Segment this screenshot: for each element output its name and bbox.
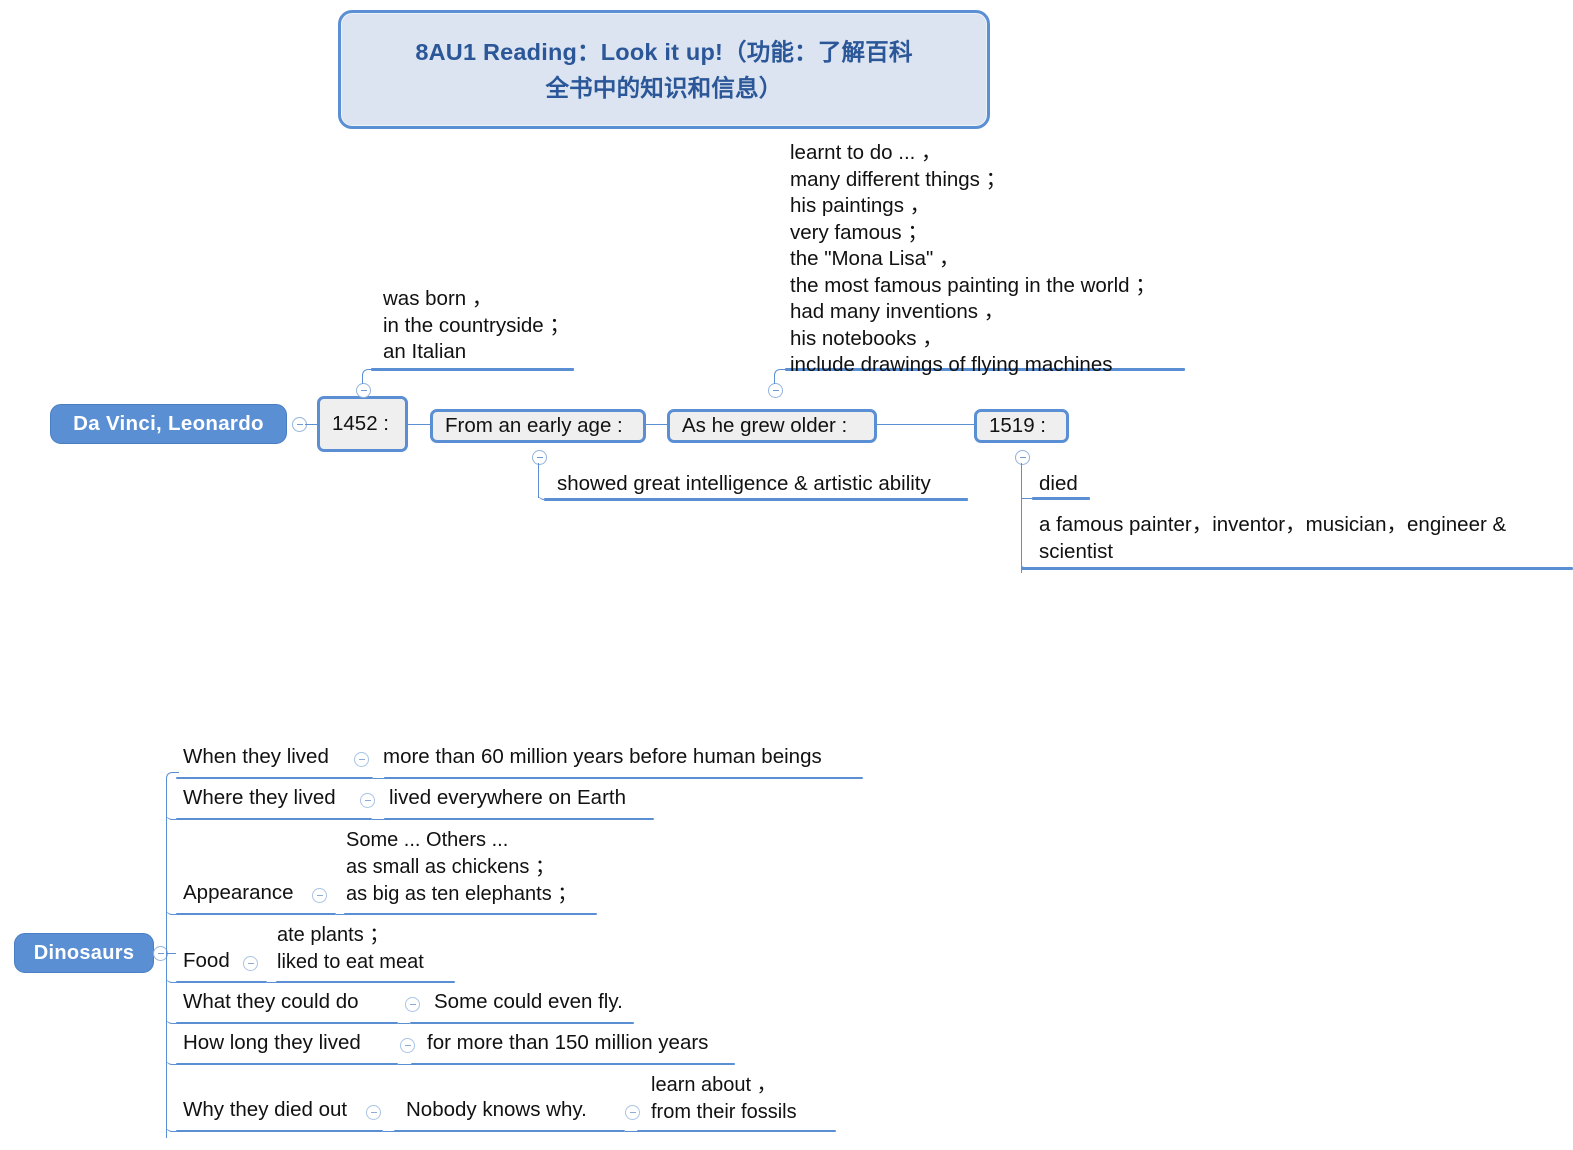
dino-row-5-label: What they could do xyxy=(183,990,359,1013)
dino-row-6-value: for more than 150 million years xyxy=(427,1031,709,1054)
dino-row-6-label: How long they lived xyxy=(183,1031,361,1054)
connector-early-to-older xyxy=(646,424,668,425)
underline-dino-row-7-label xyxy=(176,1130,383,1132)
underline-dino-row-5-label xyxy=(176,1022,398,1024)
stage-node-early-age-label: From an early age : xyxy=(445,414,623,437)
dino-row-7-label: Why they died out xyxy=(183,1098,348,1121)
underline-early-age-note xyxy=(544,498,968,501)
underline-dino-row-1-label xyxy=(176,777,373,779)
collapse-toggle-dino-row-3[interactable] xyxy=(312,888,327,903)
note-titles: a famous painter，inventor，musician，engin… xyxy=(1039,513,1507,563)
underline-dino-row-4-value xyxy=(276,981,455,983)
title-line-1: 8AU1 Reading：Look it up!（功能：了解百科 xyxy=(415,38,913,65)
dino-row-7-value2: learn about ， from their fossils xyxy=(651,1074,797,1123)
collapse-toggle-dino-row-2[interactable] xyxy=(360,793,375,808)
root-node-dinosaurs[interactable]: Dinosaurs xyxy=(14,933,154,973)
connector-dinosaurs-to-spine xyxy=(166,953,176,954)
mindmap-title: 8AU1 Reading：Look it up!（功能：了解百科 全书中的知识和… xyxy=(338,10,990,129)
underline-dino-row-7-value2 xyxy=(637,1130,836,1132)
connector-dino-row-2-elbow xyxy=(166,812,178,820)
note-early-age: showed great intelligence & artistic abi… xyxy=(557,472,931,495)
underline-dino-row-6-label xyxy=(176,1063,398,1065)
note-was-born: was born ， in the countryside ； an Itali… xyxy=(383,287,570,363)
connector-dino-row-5 xyxy=(398,1023,410,1024)
dino-row-4-label: Food xyxy=(183,949,230,972)
connector-dino-row-6 xyxy=(398,1064,412,1065)
stage-node-1519[interactable]: 1519 : xyxy=(974,409,1069,443)
collapse-toggle-dino-row-1[interactable] xyxy=(354,752,369,767)
stage-node-1452[interactable]: 1452 : xyxy=(317,396,408,452)
dino-row-5-value: Some could even fly. xyxy=(434,990,623,1013)
stage-node-1452-label: 1452 : xyxy=(332,412,389,435)
dino-row-2-value: lived everywhere on Earth xyxy=(389,786,627,809)
connector-older-to-1519 xyxy=(877,424,975,425)
underline-titles xyxy=(1021,567,1573,570)
dino-row-4-value: ate plants ； liked to eat meat xyxy=(277,924,424,973)
underline-dino-row-6-value xyxy=(411,1063,735,1065)
collapse-toggle-dino-row-6[interactable] xyxy=(400,1038,415,1053)
collapse-toggle-older-up[interactable] xyxy=(768,383,783,398)
connector-dino-row-1-elbow xyxy=(166,772,179,780)
collapse-toggle-dino-row-7-sub[interactable] xyxy=(625,1105,640,1120)
collapse-toggle-early-down[interactable] xyxy=(532,450,547,465)
connector-dino-row-5-elbow xyxy=(166,1016,178,1024)
dino-row-1-value: more than 60 million years before human … xyxy=(383,745,822,768)
dino-row-7-value: Nobody knows why. xyxy=(406,1098,587,1121)
collapse-toggle-dino-row-7[interactable] xyxy=(366,1105,381,1120)
connector-1452-to-early xyxy=(408,424,431,425)
stage-node-grew-older-label: As he grew older : xyxy=(682,414,848,437)
underline-dino-row-7-value xyxy=(394,1130,625,1132)
stage-node-1519-label: 1519 : xyxy=(989,414,1046,437)
collapse-toggle-1452-up[interactable] xyxy=(356,383,371,398)
stage-node-early-age[interactable]: From an early age : xyxy=(430,409,646,443)
connector-1519-spine xyxy=(1021,463,1022,573)
root-node-dinosaurs-label: Dinosaurs xyxy=(33,941,135,964)
root-node-da-vinci-label: Da Vinci, Leonardo xyxy=(73,412,264,435)
dino-row-3-label: Appearance xyxy=(183,881,294,904)
title-line-2: 全书中的知识和信息） xyxy=(545,74,783,101)
dinosaurs-spine xyxy=(166,778,167,1138)
root-node-da-vinci[interactable]: Da Vinci, Leonardo xyxy=(50,404,287,444)
connector-dino-row-3-elbow xyxy=(166,907,178,915)
note-grew-older: learnt to do ... ， many different things… xyxy=(790,141,1156,376)
underline-dino-row-4-label xyxy=(176,981,267,983)
dino-row-3-value: Some ... Others ... as small as chickens… xyxy=(346,829,578,905)
underline-was-born xyxy=(371,368,574,371)
stage-node-grew-older[interactable]: As he grew older : xyxy=(667,409,877,443)
dino-row-2-label: Where they lived xyxy=(183,786,336,809)
underline-dino-row-1-value xyxy=(384,777,863,779)
connector-dino-row-4-elbow xyxy=(166,975,178,983)
dino-row-1-label: When they lived xyxy=(183,745,329,768)
connector-dino-row-6-elbow xyxy=(166,1057,178,1065)
collapse-toggle-1519-down[interactable] xyxy=(1015,450,1030,465)
underline-dino-row-2-value xyxy=(384,818,654,820)
underline-dino-row-3-value xyxy=(344,913,597,915)
connector-dino-row-7-elbow xyxy=(166,1124,178,1132)
collapse-toggle-dino-row-5[interactable] xyxy=(405,997,420,1012)
underline-dino-row-5-value xyxy=(410,1022,634,1024)
collapse-toggle-dino-row-4[interactable] xyxy=(243,956,258,971)
underline-dino-row-2-label xyxy=(176,818,372,820)
note-died: died xyxy=(1039,472,1078,495)
underline-dino-row-3-label xyxy=(176,913,336,915)
